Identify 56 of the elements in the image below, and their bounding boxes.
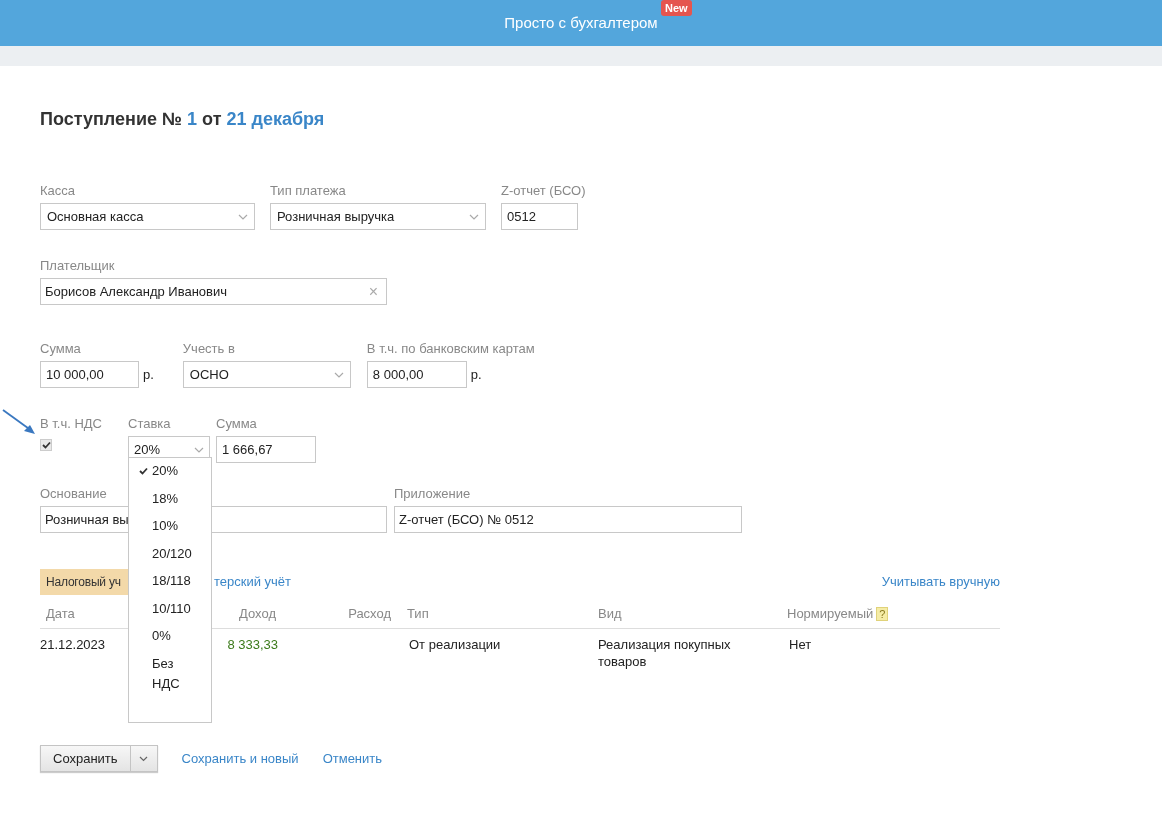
field-label: Учесть в <box>182 341 235 358</box>
menu-item[interactable]: 20/120 <box>139 543 199 571</box>
menu-item[interactable]: 20% <box>139 461 199 489</box>
new-badge: New <box>661 0 692 16</box>
field-label: Приложение <box>394 486 471 503</box>
column-header: Тип <box>407 604 429 623</box>
chevron-down-icon <box>194 446 204 453</box>
input-field[interactable]: 0512 <box>501 203 578 230</box>
cancel-link[interactable]: Отменить <box>322 748 383 769</box>
table-cell-text: Реализация покупных товаров <box>598 636 732 670</box>
field-label: Касса <box>40 183 76 200</box>
input-field[interactable]: Z-отчет (БСО) № 0512 <box>394 506 742 533</box>
column-header: Нормируемый <box>787 604 874 623</box>
arrow-icon <box>2 409 36 435</box>
currency-label: р. <box>470 365 482 384</box>
menu-item[interactable]: 18/118 <box>139 571 199 599</box>
field-label: Ставка <box>128 416 171 433</box>
table-cell-text: 8 333,33 <box>227 636 278 654</box>
chevron-down-icon <box>333 371 344 378</box>
checkbox[interactable] <box>40 439 52 451</box>
table-cell-text: От реализации <box>409 636 501 654</box>
field-label: Плательщик <box>40 258 115 275</box>
column-header: Вид <box>598 604 622 623</box>
page-title: Поступление № 1 от 21 декабря <box>40 108 326 131</box>
field-label: Тип платежа <box>270 183 346 200</box>
save-new-link[interactable]: Сохранить и новый <box>181 748 299 769</box>
currency-label: р. <box>143 365 154 384</box>
field-label: Z-отчет (БСО) <box>501 183 586 200</box>
select-field[interactable]: ОСНО <box>182 361 351 388</box>
field-label: В т.ч. по банковским картам <box>366 341 535 358</box>
chevron-down-icon <box>469 213 479 220</box>
column-header: Дата <box>46 604 75 623</box>
save-button[interactable]: Сохранить <box>40 745 131 772</box>
column-header: Расход <box>348 604 391 623</box>
caret-icon <box>139 755 149 762</box>
field-label: Сумма <box>40 341 81 358</box>
input-field[interactable]: 10 000,00 <box>40 361 139 388</box>
field-label: Основание <box>40 486 107 503</box>
select-field[interactable]: Розничная выручка <box>270 203 486 230</box>
menu-item[interactable]: 0% <box>139 626 199 654</box>
field-label: Сумма <box>216 416 257 433</box>
menu-item[interactable]: 10/110 <box>139 598 199 626</box>
column-header: Доход <box>239 604 276 623</box>
field-label: В т.ч. НДС <box>40 416 102 433</box>
manual-link[interactable]: Учитывать вручную <box>881 572 1000 592</box>
input-field[interactable]: 1 666,67 <box>216 436 316 463</box>
help-badge[interactable]: ? <box>876 606 889 621</box>
tab[interactable]: терский учёт <box>214 569 292 595</box>
chevron-down-icon <box>238 213 248 220</box>
input-field[interactable]: Борисов Александр Иванович × <box>40 278 387 305</box>
menu-item[interactable]: Без НДС <box>139 653 199 694</box>
input-field[interactable]: 8 000,00 <box>366 361 467 388</box>
table-cell-text: 21.12.2023 <box>40 636 106 654</box>
select-field[interactable]: Основная касса <box>40 203 255 230</box>
tab[interactable]: Налоговый уч <box>40 569 128 595</box>
table-cell-text: Нет <box>789 636 812 654</box>
